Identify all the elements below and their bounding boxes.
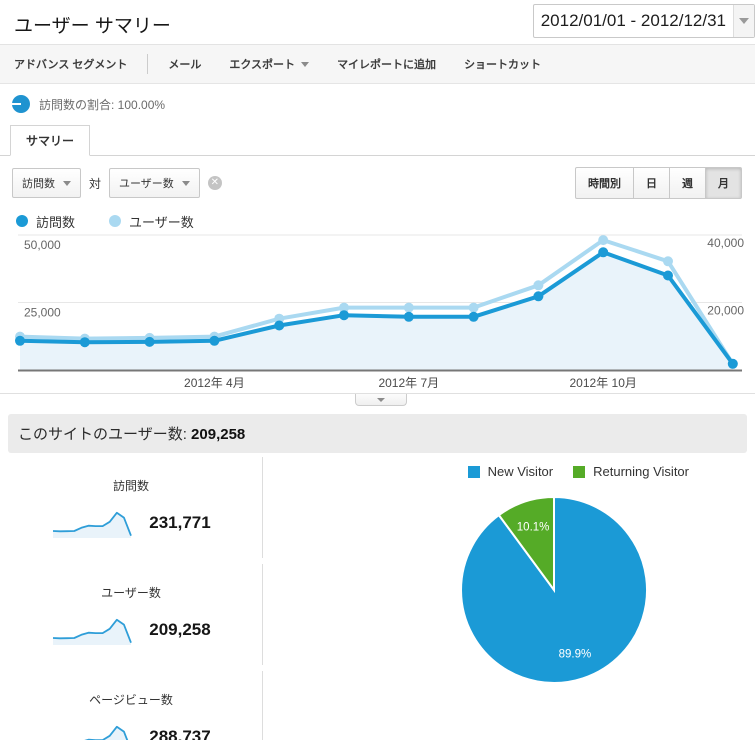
- pageviews-sparkline-chart: [84, 725, 129, 740]
- metric-value: 231,771: [149, 513, 211, 532]
- granularity-hourly-button[interactable]: 時間別: [575, 167, 634, 199]
- site-users-label: このサイトのユーザー数:: [18, 426, 187, 443]
- line-chart-legend: 訪問数 ユーザー数: [0, 200, 755, 230]
- svg-text:50,000: 50,000: [24, 238, 61, 252]
- users-legend-dot-icon: [109, 215, 122, 227]
- metric-label: ユーザー数: [101, 586, 161, 600]
- users-sparkline-chart: [53, 618, 133, 645]
- pie-legend: New Visitor Returning Visitor: [467, 464, 689, 479]
- legend-item-new-visitor: New Visitor: [467, 464, 554, 479]
- legend-item-returning-visitor: Returning Visitor: [573, 464, 689, 479]
- returning-visitor-swatch-icon: [573, 465, 586, 478]
- remove-comparison-button[interactable]: ✕: [207, 176, 222, 190]
- visits-legend-dot-icon: [16, 215, 28, 227]
- audience-overview-page: ユーザー サマリー 2012/01/01 - 2012/12/31 アドバンス …: [0, 0, 755, 740]
- page-title: ユーザー サマリー: [14, 16, 171, 37]
- site-users-value: 209,258: [191, 426, 246, 443]
- legend-label: ユーザー数: [129, 214, 194, 230]
- toolbar-label: メール: [168, 59, 202, 71]
- tab-summary-label: サマリー: [26, 134, 75, 148]
- toolbar-item-advanced-segments[interactable]: アドバンス セグメント: [14, 56, 127, 72]
- granularity-day-button[interactable]: 日: [633, 167, 670, 199]
- metrics-column: 訪問数 231,771 ユーザー数 209,258 ページビュー数 288,73…: [0, 457, 263, 740]
- metric-label: 訪問数: [112, 479, 149, 493]
- toolbar-item-export[interactable]: エクスポート: [229, 56, 310, 72]
- site-users-bar: このサイトのユーザー数: 209,258: [8, 414, 747, 453]
- svg-text:40,000: 40,000: [707, 236, 744, 250]
- svg-text:2012年 10月: 2012年 10月: [570, 376, 637, 390]
- chevron-down-icon: [301, 61, 310, 67]
- chevron-down-icon: [377, 397, 385, 402]
- toolbar-item-shortcuts[interactable]: ショートカット: [464, 56, 541, 72]
- segment-label: 訪問数の割合: 100.00%: [39, 97, 166, 112]
- tab-summary[interactable]: サマリー: [10, 125, 91, 156]
- metric-block-users[interactable]: ユーザー数 209,258: [0, 564, 263, 665]
- svg-text:20,000: 20,000: [707, 304, 744, 318]
- svg-text:2012年 4月: 2012年 4月: [184, 376, 245, 390]
- visits-area-fill: [20, 252, 733, 370]
- chevron-down-icon: [739, 18, 749, 24]
- granularity-month-button[interactable]: 月: [705, 167, 742, 199]
- legend-item-visits: 訪問数: [16, 212, 75, 231]
- line-chart-area: 50,000 25,000 40,000 20,000 2012年 4月 2012年 7月…: [0, 230, 755, 394]
- segment-row: 訪問数の割合: 100.00%: [0, 84, 755, 124]
- chart-controls: 訪問数 対 ユーザー数 ✕ 時間別 日 週 月: [0, 156, 755, 200]
- toolbar-label: アドバンス セグメント: [14, 59, 128, 71]
- metric-block-visits[interactable]: 訪問数 231,771: [0, 457, 263, 558]
- metric-value: 209,258: [149, 620, 211, 639]
- date-range-selector[interactable]: 2012/01/01 - 2012/12/31: [532, 4, 755, 38]
- date-range-text: 2012/01/01 - 2012/12/31: [540, 11, 726, 30]
- metric1-select[interactable]: 訪問数: [12, 168, 81, 198]
- collapse-chart-button[interactable]: [355, 394, 407, 406]
- toolbar-label: マイレポートに追加: [337, 59, 437, 71]
- page-header: ユーザー サマリー 2012/01/01 - 2012/12/31: [0, 0, 755, 45]
- chevron-down-icon: [63, 180, 71, 186]
- legend-label: Returning Visitor: [593, 464, 689, 479]
- visits-users-line-chart[interactable]: 50,000 25,000 40,000 20,000 2012年 4月 2012年 7月…: [0, 230, 755, 393]
- legend-item-users: ユーザー数: [109, 212, 194, 231]
- visitor-type-section: New Visitor Returning Visitor 89.9% 10.1%: [263, 457, 755, 740]
- chevron-down-icon: [181, 180, 190, 186]
- metric2-select-label: ユーザー数: [119, 178, 174, 190]
- new-visitor-swatch-icon: [467, 465, 480, 478]
- granularity-button-group: 時間別 日 週 月: [575, 167, 742, 199]
- metric1-select-label: 訪問数: [22, 178, 55, 190]
- legend-label: New Visitor: [487, 464, 554, 479]
- toolbar-item-email[interactable]: メール: [168, 56, 201, 72]
- vs-label: 対: [89, 176, 102, 191]
- metric2-select[interactable]: ユーザー数: [109, 168, 200, 198]
- chart-collapse-row: [0, 394, 755, 410]
- svg-text:10.1%: 10.1%: [517, 521, 550, 533]
- granularity-week-button[interactable]: 週: [669, 167, 706, 199]
- overview-content-row: 訪問数 231,771 ユーザー数 209,258 ページビュー数 288,73…: [0, 453, 755, 740]
- tab-strip: サマリー: [0, 124, 755, 156]
- report-toolbar: アドバンス セグメント メール エクスポート マイレポートに追加 ショートカット: [0, 45, 755, 84]
- visitor-type-pie-chart[interactable]: 89.9% 10.1%: [449, 485, 659, 695]
- toolbar-item-add-to-dashboard[interactable]: マイレポートに追加: [337, 56, 436, 72]
- svg-text:89.9%: 89.9%: [559, 649, 592, 661]
- metric-label: ページビュー数: [89, 693, 173, 707]
- legend-label: 訪問数: [36, 214, 76, 230]
- svg-text:25,000: 25,000: [24, 306, 61, 320]
- metric-value: 288,737: [149, 727, 211, 740]
- toolbar-label: ショートカット: [464, 59, 542, 71]
- metric-block-pageviews[interactable]: ページビュー数 288,737: [0, 671, 263, 740]
- toolbar-label: エクスポート: [229, 59, 296, 71]
- visits-sparkline-chart: [53, 511, 133, 538]
- svg-text:2012年 7月: 2012年 7月: [378, 376, 439, 390]
- segment-pie-icon: [12, 95, 30, 113]
- toolbar-divider: [147, 54, 149, 74]
- date-range-arrow[interactable]: [733, 5, 754, 37]
